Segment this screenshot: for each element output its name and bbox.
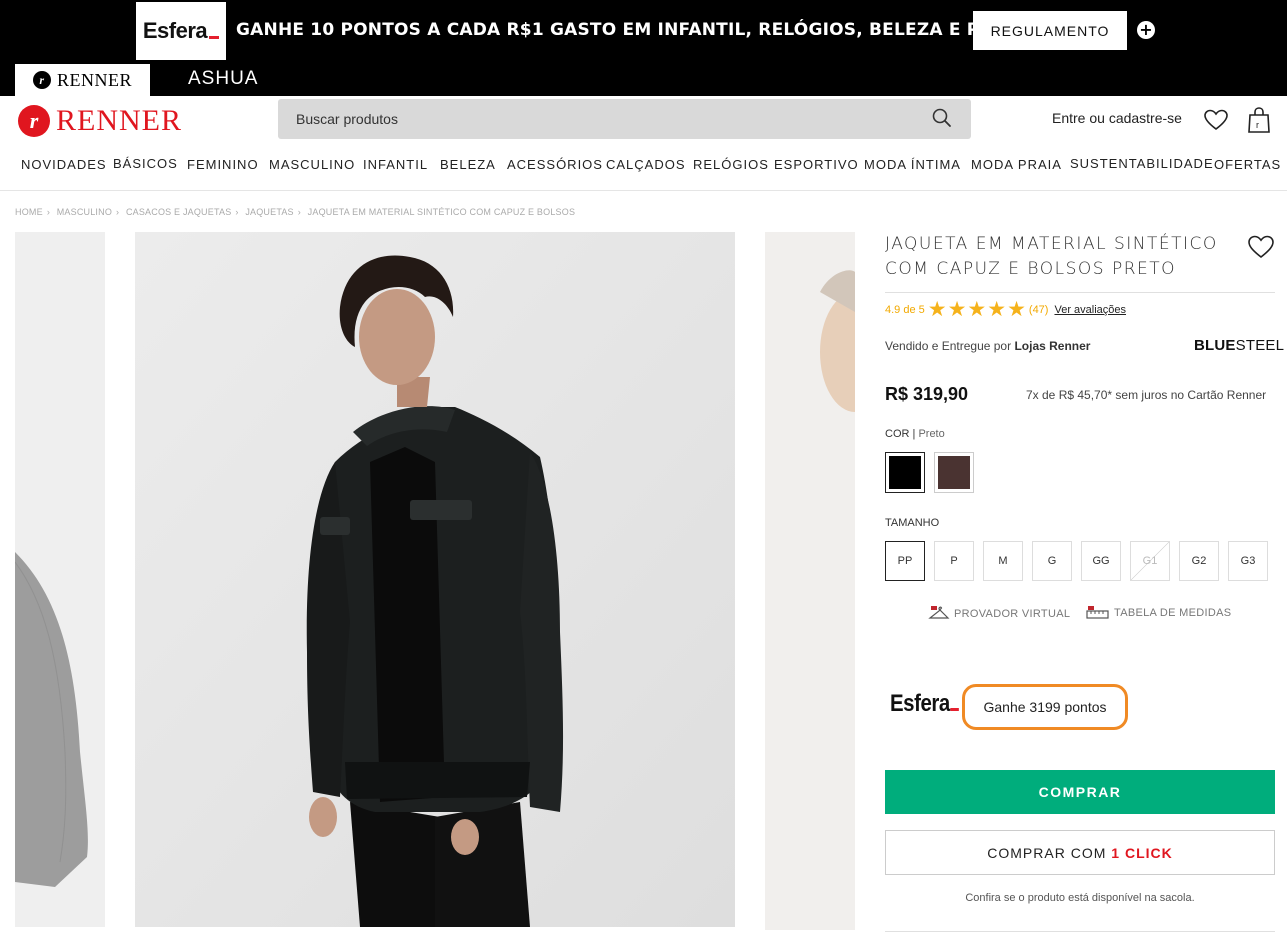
star-icon: ★ <box>987 298 1007 321</box>
esfera-logo-text: Esfera <box>142 18 208 43</box>
svg-text:r: r <box>1256 120 1259 130</box>
points-badge: Ganhe 3199 pontos <box>962 684 1128 730</box>
product-title: JAQUETA EM MATERIAL SINTÉTICO COM CAPUZ … <box>885 234 1218 279</box>
breadcrumb: HOME › MASCULINO › CASACOS E JAQUETAS › JAQ… <box>15 207 576 217</box>
breadcrumb-current: JAQUETA EM MATERIAL SINTÉTICO COM CAPUZ … <box>307 207 576 217</box>
renner-logo-icon: r <box>18 105 50 137</box>
virtual-fitting-link[interactable]: PROVADOR VIRTUAL <box>928 605 1070 623</box>
main-product-image[interactable] <box>135 232 735 927</box>
nav-divider <box>0 190 1287 191</box>
brand-logo-light: STEEL <box>1235 337 1285 354</box>
esfera-points-logo-text: Esfera <box>890 690 950 717</box>
star-icon: ★ <box>967 298 987 321</box>
regulamento-button[interactable]: REGULAMENTO <box>973 11 1127 50</box>
oneclick-accent: 1 CLICK <box>1111 844 1173 861</box>
star-rating: ★ ★ ★ ★ ★ <box>928 299 1026 320</box>
product-price: R$ 319,90 <box>885 384 969 404</box>
nav-item-acessorios[interactable]: ACESSÓRIOS <box>507 157 603 172</box>
breadcrumb-item[interactable]: CASACOS E JAQUETAS <box>126 207 231 217</box>
renner-r-icon: r <box>33 71 51 89</box>
size-option-pp[interactable]: PP <box>885 541 925 581</box>
oneclick-prefix: COMPRAR COM <box>987 844 1107 861</box>
size-option-g2[interactable]: G2 <box>1179 541 1219 581</box>
installments-info: 7x de R$ 45,70* sem juros no Cartão Renn… <box>1026 388 1267 402</box>
color-value: Preto <box>918 428 945 440</box>
tab-renner[interactable]: r RENNER <box>15 64 150 96</box>
bottom-divider <box>885 931 1275 932</box>
buy-one-click-button[interactable]: COMPRAR COM 1 CLICK <box>885 830 1275 875</box>
star-icon: ★ <box>947 298 967 321</box>
see-reviews-link[interactable]: Ver avaliações <box>1054 304 1126 316</box>
breadcrumb-item[interactable]: HOME <box>15 207 43 217</box>
jacket-sleeve-image <box>15 552 88 887</box>
search-icon[interactable] <box>930 106 954 130</box>
gallery-thumb-next[interactable] <box>765 232 855 930</box>
breadcrumb-item[interactable]: JAQUETAS <box>245 207 293 217</box>
nav-item-masculino[interactable]: MASCULINO <box>269 157 355 172</box>
color-swatch-preto[interactable] <box>885 452 925 493</box>
nav-item-novidades[interactable]: NOVIDADES <box>21 157 107 172</box>
nav-item-moda-praia[interactable]: MODA PRAIA <box>971 157 1062 172</box>
tab-renner-label: RENNER <box>57 69 132 90</box>
breadcrumb-item[interactable]: MASCULINO <box>57 207 112 217</box>
nav-item-basicos[interactable]: BÁSICOS <box>113 156 178 171</box>
renner-logo[interactable]: r RENNER <box>18 104 182 138</box>
star-icon: ★ <box>927 298 947 321</box>
favorite-heart-icon[interactable] <box>1247 234 1275 260</box>
wishlist-heart-icon[interactable] <box>1203 108 1229 132</box>
nav-item-sustentabilidade[interactable]: SUSTENTABILIDADE <box>1070 156 1214 171</box>
size-chart-link[interactable]: TABELA DE MEDIDAS <box>1086 605 1231 621</box>
title-divider <box>885 292 1275 293</box>
size-chart-label: TABELA DE MEDIDAS <box>1114 607 1232 619</box>
color-label-text: COR <box>885 428 910 440</box>
gallery-thumb-prev[interactable] <box>15 232 105 927</box>
size-option-p[interactable]: P <box>934 541 974 581</box>
brand-logo[interactable]: BLUESTEEL <box>1194 337 1284 354</box>
nav-item-infantil[interactable]: INFANTIL <box>363 157 428 172</box>
esfera-logo[interactable]: Esfera <box>136 2 226 60</box>
shopping-bag-icon[interactable]: r <box>1247 106 1271 134</box>
virtual-fitting-label: PROVADOR VIRTUAL <box>954 608 1071 620</box>
color-swatch-fill <box>938 456 970 489</box>
main-nav: NOVIDADES BÁSICOS FEMININO MASCULINO INF… <box>0 156 1287 177</box>
tab-ashua[interactable]: ASHUA <box>188 68 258 90</box>
nav-item-beleza[interactable]: BELEZA <box>440 157 496 172</box>
nav-item-esportivo[interactable]: ESPORTIVO <box>774 157 859 172</box>
seller-name: Lojas Renner <box>1014 339 1091 353</box>
buy-button[interactable]: COMPRAR <box>885 770 1275 814</box>
nav-item-feminino[interactable]: FEMININO <box>187 157 259 172</box>
brand-logo-bold: BLUE <box>1194 337 1236 354</box>
plus-circle-icon[interactable]: + <box>1137 21 1155 39</box>
review-count: (47) <box>1028 303 1049 316</box>
rating-summary: 4.9 de 5 ★ ★ ★ ★ ★ (47) Ver avaliações <box>885 299 1126 320</box>
brand-tabs: r RENNER ASHUA <box>0 62 1287 96</box>
esfera-points-logo: Esfera <box>890 690 960 718</box>
nav-item-relogios[interactable]: RELÓGIOS <box>693 157 769 172</box>
star-icon: ★ <box>1007 298 1026 321</box>
search-input[interactable] <box>278 99 971 139</box>
size-option-g1[interactable]: G1 <box>1130 541 1170 581</box>
color-swatch-fill <box>889 456 921 489</box>
measuring-tape-icon <box>1086 606 1109 619</box>
model-thumbnail-image <box>820 270 855 412</box>
renner-logo-text: RENNER <box>56 104 182 137</box>
color-swatch-marrom[interactable] <box>934 452 974 493</box>
size-label: TAMANHO <box>885 517 940 529</box>
size-option-g[interactable]: G <box>1032 541 1072 581</box>
rating-score: 4.9 de 5 <box>885 303 925 316</box>
hanger-icon <box>928 606 950 619</box>
size-option-gg[interactable]: GG <box>1081 541 1121 581</box>
nav-item-ofertas[interactable]: OFERTAS <box>1214 157 1281 172</box>
nav-item-moda-intima[interactable]: MODA ÍNTIMA <box>864 157 961 172</box>
nav-item-calcados[interactable]: CALÇADOS <box>606 157 686 172</box>
cart-availability-note: Confira se o produto está disponível na … <box>965 892 1195 904</box>
size-option-g3[interactable]: G3 <box>1228 541 1268 581</box>
seller-info: Vendido e Entregue por Lojas Renner <box>885 339 1090 353</box>
color-label: COR | Preto <box>885 428 945 440</box>
login-link[interactable]: Entre ou cadastre-se <box>1052 110 1182 126</box>
size-option-m[interactable]: M <box>983 541 1023 581</box>
model-jacket-illustration <box>135 232 735 927</box>
promo-bar: Esfera GANHE 10 PONTOS A CADA R$1 GASTO … <box>0 0 1287 62</box>
seller-prefix: Vendido e Entregue por <box>885 339 1012 353</box>
